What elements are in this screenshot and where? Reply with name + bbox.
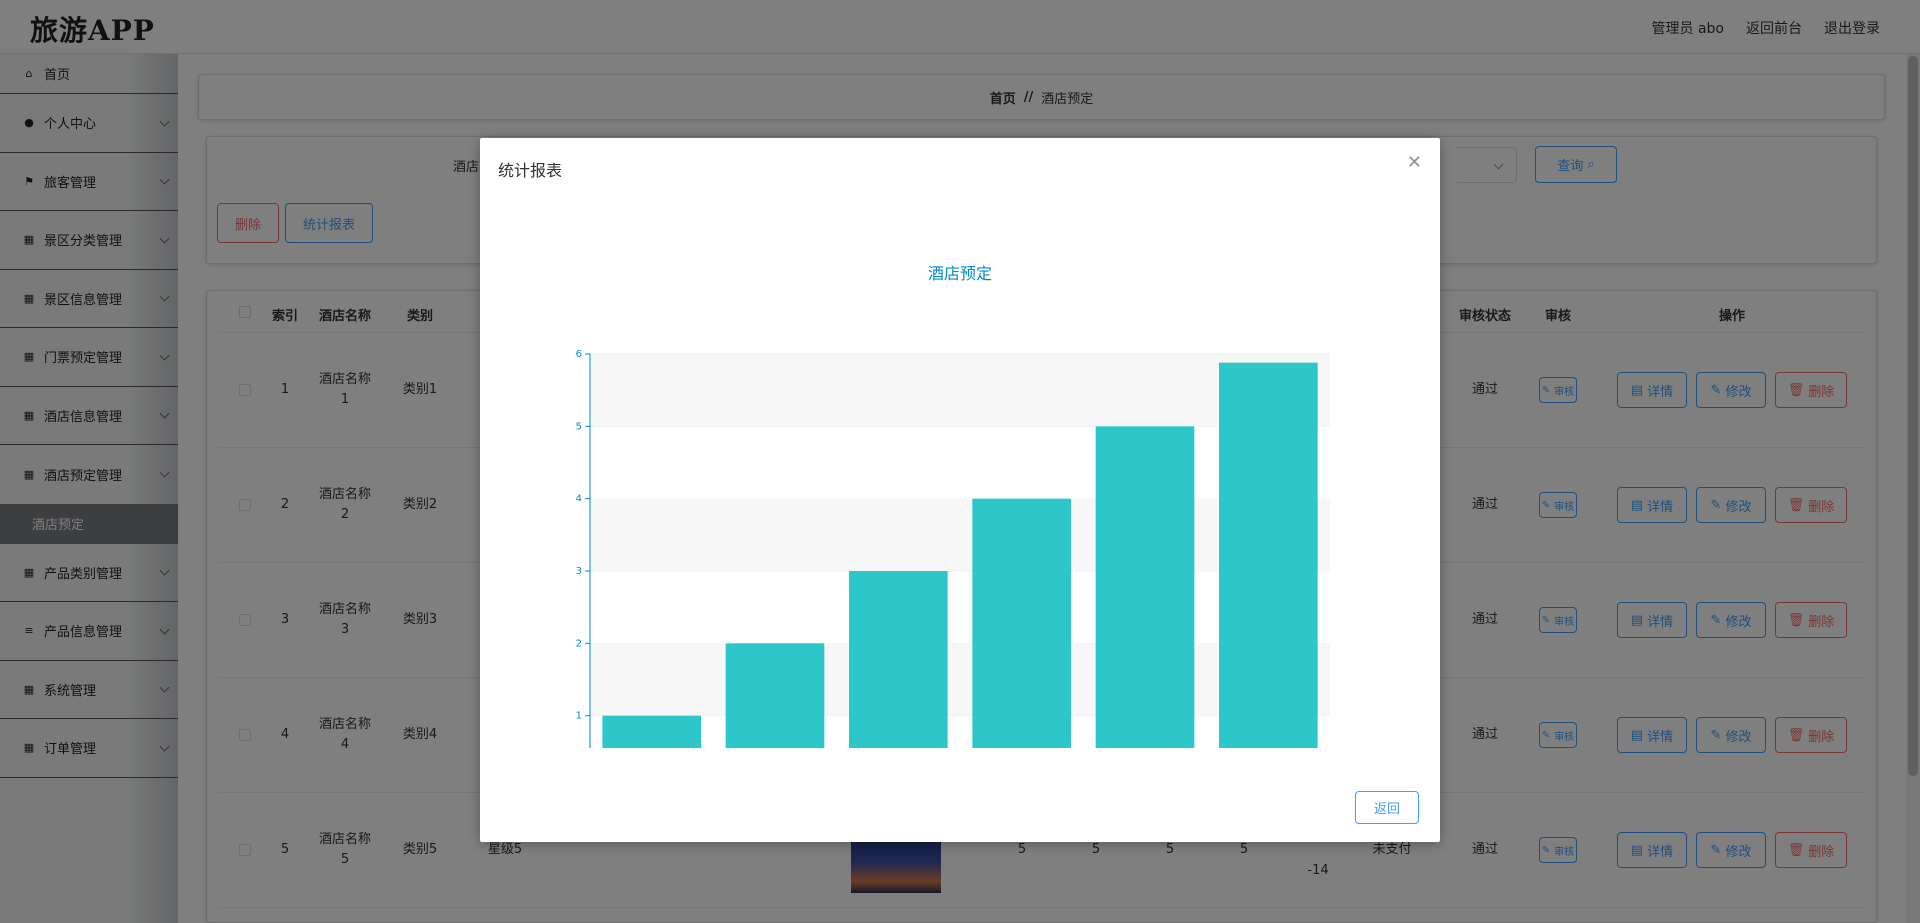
y-tick-label: 5	[576, 421, 582, 432]
chart-bar	[1095, 426, 1195, 788]
stats-dialog: 统计报表 ✕ 酒店预定0123456酒店名称1酒店名称2酒店名称3酒店名称4酒店…	[480, 138, 1440, 842]
dialog-title: 统计报表	[498, 161, 563, 180]
chart-title: 酒店预定	[928, 264, 992, 283]
dialog-back-button[interactable]: 返回	[1355, 791, 1419, 824]
chart-svg: 酒店预定0123456酒店名称1酒店名称2酒店名称3酒店名称4酒店名称5酒店名称…	[576, 264, 1331, 805]
y-tick-label: 1	[576, 711, 582, 722]
chart-bar	[849, 571, 948, 788]
chart-bar	[725, 643, 825, 788]
close-icon[interactable]: ✕	[1407, 152, 1422, 173]
y-tick-label: 4	[576, 494, 582, 505]
y-tick-label: 2	[576, 638, 582, 649]
chart-bar	[602, 715, 701, 788]
y-tick-label: 6	[576, 349, 582, 360]
y-tick-label: 3	[576, 566, 582, 577]
bar-chart: 酒店预定0123456酒店名称1酒店名称2酒店名称3酒店名称4酒店名称5酒店名称…	[480, 188, 1440, 805]
chart-bar	[1219, 362, 1318, 788]
chart-bar	[972, 498, 1071, 788]
